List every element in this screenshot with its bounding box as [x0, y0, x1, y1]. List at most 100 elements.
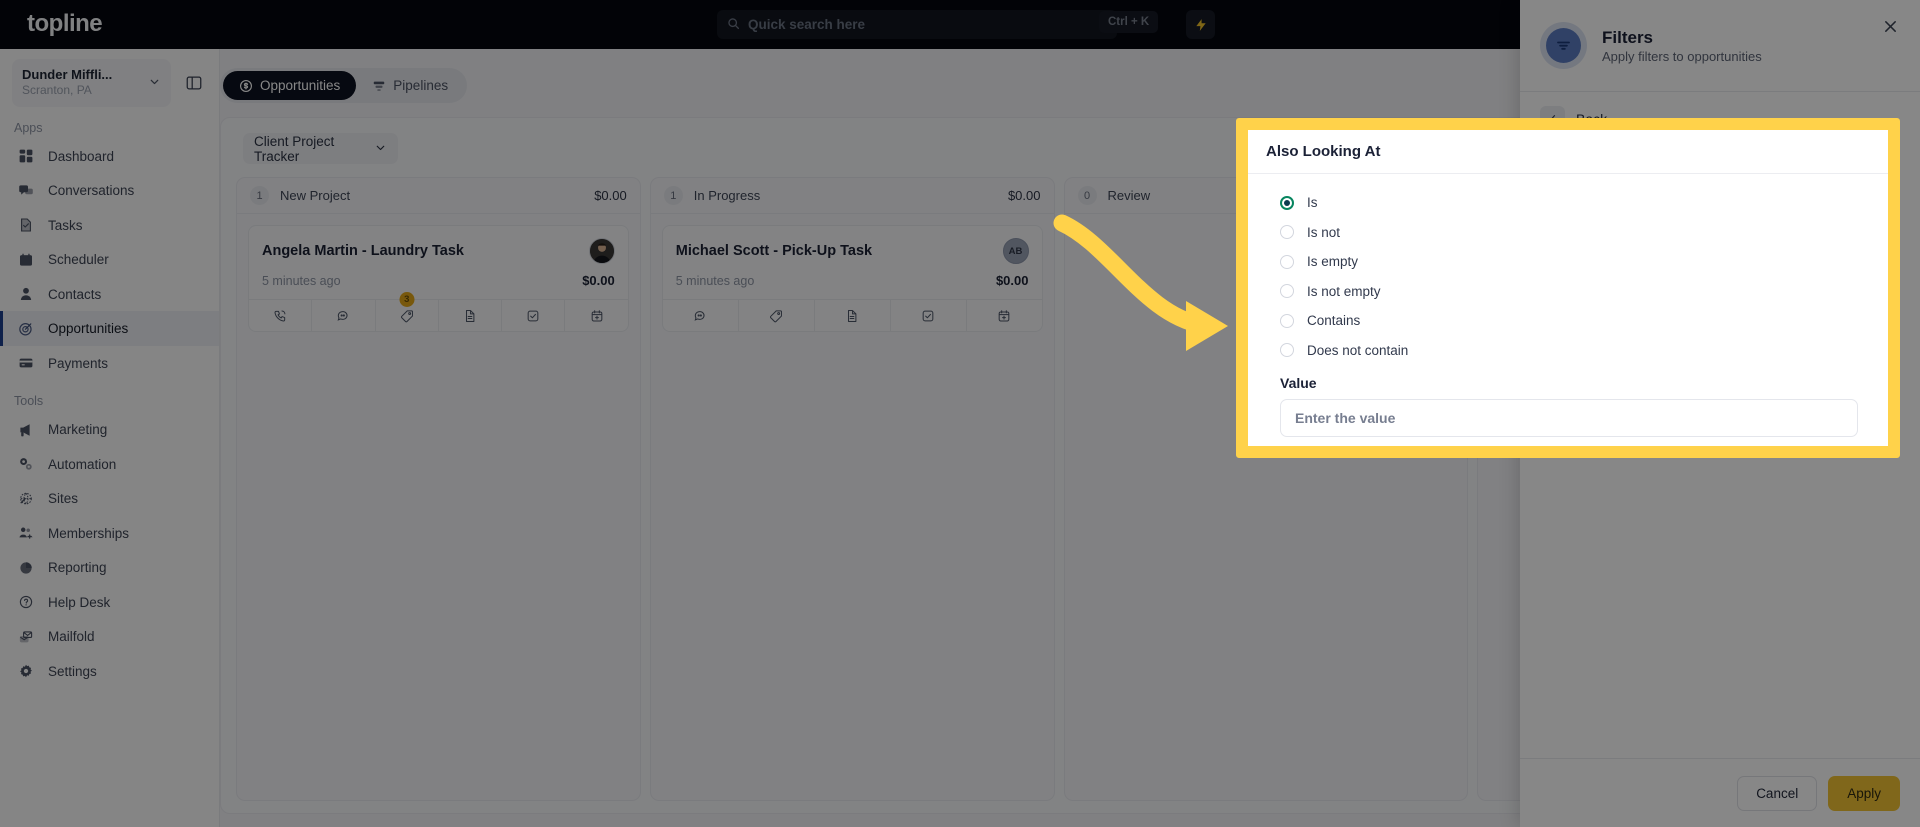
app-logo[interactable]: topline [27, 10, 103, 38]
sidebar-item-conversations[interactable]: Conversations [0, 173, 219, 208]
phone-icon[interactable] [249, 300, 313, 331]
radio-label: Is [1307, 195, 1318, 211]
card-title: Angela Martin - Laundry Task [262, 243, 464, 259]
target-icon [17, 320, 34, 337]
sidebar-item-dashboard[interactable]: Dashboard [0, 139, 219, 174]
radio-label: Is not empty [1307, 283, 1381, 299]
document-icon[interactable] [439, 300, 503, 331]
quick-search-input[interactable]: Quick search here [717, 10, 1117, 39]
radio-label: Is empty [1307, 254, 1359, 270]
credit-card-icon [17, 355, 34, 372]
column-sum: $0.00 [1007, 188, 1041, 203]
gear-icon [17, 663, 34, 680]
chat-bubble-icon[interactable] [663, 300, 739, 331]
tab-label: Opportunities [260, 78, 341, 93]
opportunity-card[interactable]: Michael Scott - Pick-Up Task AB 5 minute… [661, 225, 1043, 332]
sidebar-item-label: Reporting [48, 560, 107, 576]
avatar: AB [1002, 238, 1029, 264]
sidebar-item-label: Dashboard [48, 148, 115, 164]
column-header: 1 In Progress $0.00 [650, 178, 1054, 214]
sidebar-item-marketing[interactable]: Marketing [0, 412, 219, 447]
keyboard-shortcut-badge: Ctrl + K [1099, 11, 1159, 33]
radio-indicator[interactable] [1280, 284, 1294, 299]
radio-indicator[interactable] [1280, 313, 1294, 328]
radio-indicator[interactable] [1280, 254, 1294, 269]
pipeline-selector[interactable]: Client Project Tracker [243, 133, 398, 164]
radio-option-is-not[interactable]: Is not [1280, 218, 1870, 248]
tab-opportunities[interactable]: Opportunities [223, 71, 357, 100]
sidebar-item-help-desk[interactable]: Help Desk [0, 585, 219, 620]
sidebar-item-label: Contacts [48, 286, 102, 302]
chevron-down-icon [148, 75, 161, 91]
value-input[interactable]: Enter the value [1280, 399, 1858, 437]
sidebar-item-label: Tasks [48, 217, 83, 233]
view-tabs: Opportunities Pipelines [220, 68, 468, 103]
radio-option-is-not-empty[interactable]: Is not empty [1280, 277, 1870, 307]
tag-icon[interactable] [739, 300, 815, 331]
radio-indicator[interactable] [1280, 343, 1294, 358]
card-top: Michael Scott - Pick-Up Task AB 5 minute… [663, 226, 1042, 299]
checkbox-icon[interactable] [891, 300, 967, 331]
column-title: New Project [280, 188, 351, 203]
sidebar-item-scheduler[interactable]: Scheduler [0, 242, 219, 277]
lightning-bolt-icon [1195, 18, 1206, 31]
sidebar-item-opportunities[interactable]: Opportunities [0, 311, 219, 346]
sidebar-item-reporting[interactable]: Reporting [0, 550, 219, 585]
column-header: 1 New Project $0.00 [237, 178, 640, 214]
radio-indicator[interactable] [1280, 195, 1294, 210]
people-add-icon [17, 525, 34, 542]
sidebar: Dunder Miffli... Scranton, PA Apps Dashb… [0, 49, 220, 827]
sidebar-item-tasks[interactable]: Tasks [0, 208, 219, 243]
sidebar-item-payments[interactable]: Payments [0, 346, 219, 381]
column-count: 1 [250, 186, 269, 205]
column-count: 0 [1077, 186, 1097, 205]
radio-option-is-empty[interactable]: Is empty [1280, 247, 1870, 277]
sidebar-item-memberships[interactable]: Memberships [0, 516, 219, 551]
calendar-add-icon[interactable] [565, 300, 627, 331]
sidebar-item-label: Settings [48, 663, 97, 679]
calendar-icon [17, 251, 34, 268]
sidebar-item-settings[interactable]: Settings [0, 654, 219, 689]
tab-pipelines[interactable]: Pipelines [356, 71, 464, 100]
sidebar-item-mailfold[interactable]: Mailfold [0, 619, 219, 654]
filter-card-body: Is Is not Is empty Is not empty Contains [1248, 174, 1888, 437]
search-icon [727, 17, 740, 32]
drawer-header: Filters Apply filters to opportunities [1520, 0, 1920, 92]
sidebar-item-label: Marketing [48, 422, 108, 438]
sidebar-item-sites[interactable]: Sites [0, 481, 219, 516]
sidebar-item-contacts[interactable]: Contacts [0, 277, 219, 312]
org-name: Dunder Miffli... [22, 67, 113, 82]
sidebar-section-label-tools: Tools [14, 394, 44, 409]
sidebar-item-automation[interactable]: Automation [0, 447, 219, 482]
column-sum: $0.00 [594, 188, 627, 203]
document-icon[interactable] [815, 300, 891, 331]
tag-icon[interactable]: 3 [376, 292, 439, 331]
chat-bubble-icon[interactable] [312, 300, 376, 331]
radio-option-is[interactable]: Is [1280, 188, 1870, 218]
card-title: Michael Scott - Pick-Up Task [675, 243, 873, 259]
quick-actions-button[interactable] [1186, 10, 1215, 39]
drawer-title: Filters [1602, 27, 1654, 47]
pie-chart-icon [17, 559, 34, 576]
org-switcher[interactable]: Dunder Miffli... Scranton, PA [12, 59, 171, 107]
pipeline-selector-value: Client Project Tracker [254, 133, 335, 164]
checkbox-icon[interactable] [502, 300, 566, 331]
highlight-box: Also Looking At Is Is not Is empty Is no… [1236, 118, 1900, 458]
card-timestamp: 5 minutes ago [262, 273, 341, 288]
filter-field-name: Also Looking At [1266, 143, 1381, 160]
calendar-add-icon[interactable] [967, 300, 1042, 331]
card-amount: $0.00 [995, 273, 1029, 288]
panel-collapse-icon[interactable] [179, 68, 209, 98]
apply-button[interactable]: Apply [1828, 775, 1900, 811]
radio-option-contains[interactable]: Contains [1280, 306, 1870, 336]
sidebar-item-label: Help Desk [48, 594, 111, 610]
radio-option-does-not-contain[interactable]: Does not contain [1280, 336, 1870, 366]
close-icon[interactable] [1876, 12, 1904, 40]
opportunity-card[interactable]: Angela Martin - Laundry Task 5 minutes a… [248, 225, 629, 332]
annotation-arrow [1053, 214, 1228, 351]
radio-label: Does not contain [1307, 342, 1409, 358]
column-count: 1 [663, 186, 683, 205]
filter-icon [1546, 28, 1581, 63]
radio-indicator[interactable] [1280, 225, 1294, 240]
cancel-button[interactable]: Cancel [1737, 775, 1818, 811]
